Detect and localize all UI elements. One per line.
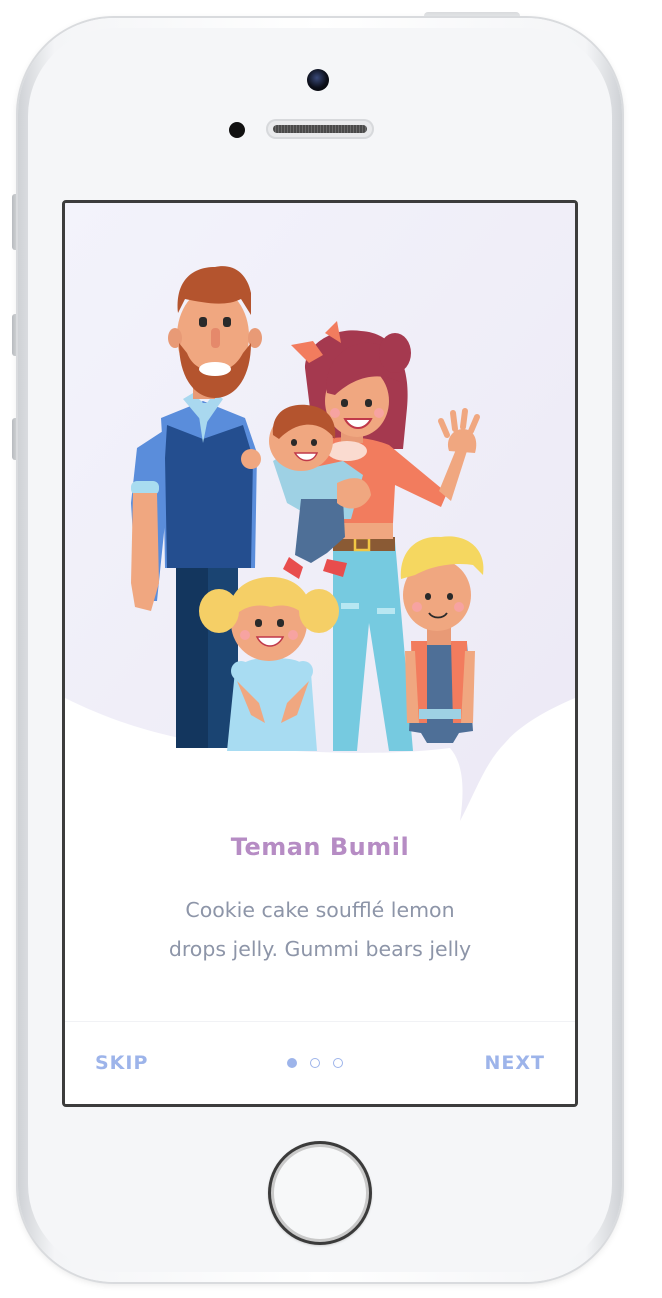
next-button[interactable]: NEXT — [485, 1052, 546, 1074]
description-line: drops jelly. Gummi bears jelly — [168, 937, 472, 961]
proximity-sensor — [229, 122, 245, 138]
family-illustration — [65, 203, 575, 821]
speaker-grille-icon — [266, 119, 374, 139]
skip-button[interactable]: SKIP — [95, 1052, 148, 1074]
home-button-icon[interactable] — [268, 1141, 372, 1245]
page-dot-active[interactable] — [287, 1058, 297, 1068]
page-dot[interactable] — [310, 1058, 320, 1068]
onboarding-description: Cookie cake soufflé lemon drops jelly. G… — [125, 891, 515, 969]
page-indicator — [287, 1058, 353, 1072]
onboarding-footer: SKIP NEXT — [65, 1021, 575, 1104]
onboarding-screen: Teman Bumil Cookie cake soufflé lemon dr… — [62, 200, 578, 1107]
front-camera-icon — [307, 69, 329, 91]
onboarding-title: Teman Bumil — [230, 833, 410, 861]
description-line: Cookie cake soufflé lemon — [185, 898, 455, 922]
page-dot[interactable] — [333, 1058, 343, 1068]
